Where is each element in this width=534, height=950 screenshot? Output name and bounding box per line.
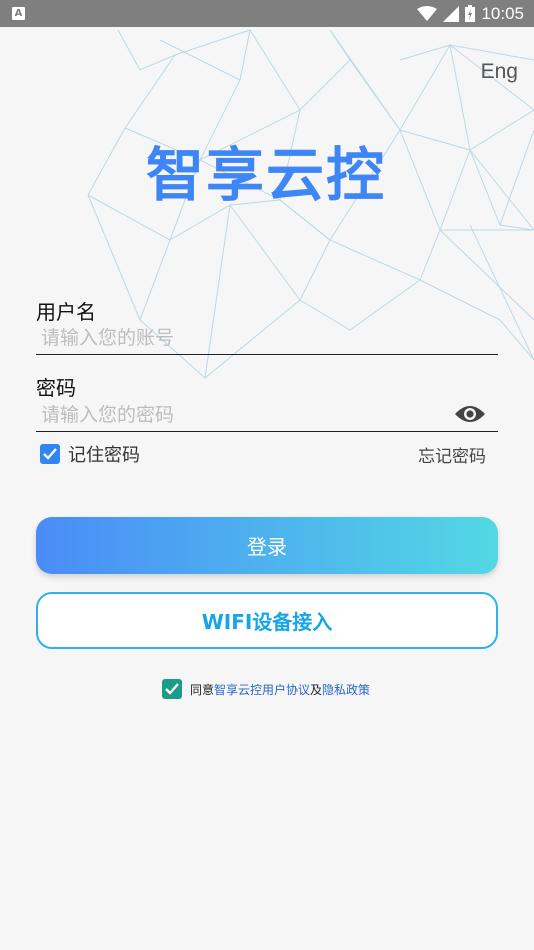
check-icon <box>43 448 57 460</box>
terms-link[interactable]: 智享云控用户协议 <box>214 683 310 697</box>
clock: 10:05 <box>481 3 524 23</box>
username-input[interactable] <box>36 321 498 355</box>
check-icon <box>165 683 179 695</box>
wifi-icon <box>417 5 438 21</box>
language-toggle[interactable]: Eng <box>481 60 518 84</box>
login-button[interactable]: 登录 <box>36 517 498 574</box>
agreement-text: 同意智享云控用户协议及隐私政策 <box>190 681 370 698</box>
wifi-button-label: WIFI设备接入 <box>201 610 333 634</box>
notification-icon: A <box>12 7 25 20</box>
status-icons: 10:05 <box>417 0 524 27</box>
agreement-checkbox[interactable] <box>162 679 182 699</box>
privacy-link[interactable]: 隐私政策 <box>322 683 370 697</box>
forgot-password-link[interactable]: 忘记密码 <box>418 442 486 467</box>
remember-label: 记住密码 <box>68 445 140 466</box>
remember-password[interactable]: 记住密码 <box>40 441 140 467</box>
wifi-device-access-button[interactable]: WIFI设备接入 <box>36 592 498 649</box>
signal-icon <box>443 5 460 22</box>
password-input[interactable] <box>36 398 498 432</box>
agreement-joiner: 及 <box>310 682 323 697</box>
app-title-text: 智享云控 <box>145 141 386 209</box>
app-title: 智享云控 <box>0 128 534 212</box>
password-label: 密码 <box>36 376 76 400</box>
status-bar: A 10:05 <box>0 0 534 27</box>
show-password-eye-icon[interactable] <box>454 403 486 425</box>
battery-icon <box>465 5 476 22</box>
agreement-row: 同意智享云控用户协议及隐私政策 <box>162 679 370 699</box>
agreement-prefix: 同意 <box>190 682 215 697</box>
login-button-label: 登录 <box>247 535 287 559</box>
remember-checkbox[interactable] <box>40 444 60 464</box>
